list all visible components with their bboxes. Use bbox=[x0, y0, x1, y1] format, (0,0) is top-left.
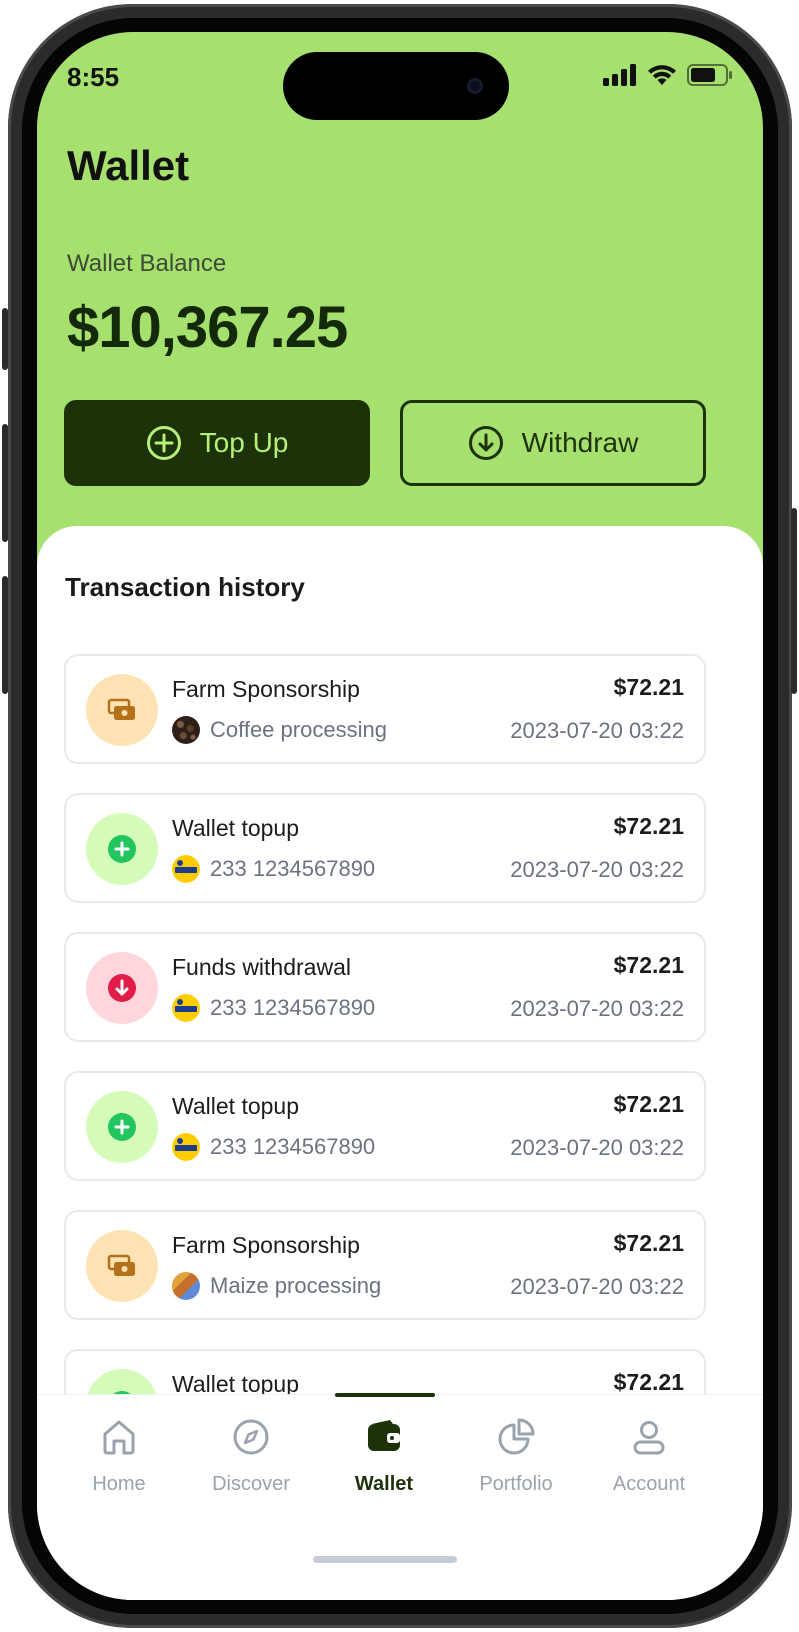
transaction-title: Wallet topup bbox=[172, 1093, 299, 1119]
transaction-detail-text: 233 1234567890 bbox=[210, 995, 376, 1020]
top-up-button[interactable]: Top Up bbox=[64, 400, 370, 486]
transaction-detail-text: 233 1234567890 bbox=[210, 1134, 376, 1159]
top-up-label: Top Up bbox=[199, 427, 289, 458]
app-screen: 8:55 Wallet Wallet Balance $10,367.25 To… bbox=[37, 32, 763, 1600]
volume-down-button bbox=[2, 576, 8, 694]
tab-label: Wallet bbox=[354, 1473, 414, 1495]
mtn-momo-logo bbox=[172, 1133, 200, 1161]
transaction-amount: $72.21 bbox=[613, 1369, 684, 1395]
tab-label: Portfolio bbox=[479, 1473, 553, 1495]
coffee-thumb bbox=[172, 716, 200, 744]
transaction-date: 2023-07-20 03:22 bbox=[510, 857, 684, 882]
sponsorship-badge bbox=[86, 674, 158, 746]
arrow-down-circle-icon bbox=[468, 426, 503, 460]
tab-portfolio[interactable]: Portfolio bbox=[450, 1395, 582, 1525]
tab-label: Account bbox=[612, 1473, 686, 1495]
cash-icon bbox=[107, 698, 135, 720]
transaction-amount: $72.21 bbox=[613, 674, 684, 700]
pie-chart-icon bbox=[498, 1418, 535, 1455]
arrow-down-icon bbox=[108, 974, 136, 1002]
transaction-date: 2023-07-20 03:22 bbox=[510, 1274, 684, 1299]
withdraw-label: Withdraw bbox=[521, 427, 639, 458]
plus-icon bbox=[108, 1113, 136, 1141]
tab-wallet[interactable]: Wallet bbox=[318, 1395, 450, 1525]
tab-bar: Home Discover Wallet Portfolio Account bbox=[37, 1393, 763, 1600]
cash-icon bbox=[107, 1254, 135, 1276]
silent-switch bbox=[2, 308, 8, 370]
sponsorship-badge bbox=[86, 1230, 158, 1302]
transaction-detail-text: Coffee processing bbox=[210, 717, 387, 742]
tab-label: Home bbox=[92, 1473, 146, 1495]
transaction-title: Farm Sponsorship bbox=[172, 1232, 360, 1258]
transaction-item[interactable]: Farm Sponsorship Maize processing $72.21… bbox=[64, 1210, 706, 1320]
transaction-detail: 233 1234567890 bbox=[172, 1133, 375, 1161]
power-button bbox=[791, 508, 797, 694]
transaction-date: 2023-07-20 03:22 bbox=[510, 718, 684, 743]
plus-circle-icon bbox=[146, 426, 181, 460]
compass-icon bbox=[233, 1419, 269, 1455]
dynamic-island bbox=[283, 52, 509, 120]
transaction-detail-text: 233 1234567890 bbox=[210, 856, 376, 881]
transaction-amount: $72.21 bbox=[613, 952, 684, 978]
tab-discover[interactable]: Discover bbox=[185, 1395, 317, 1525]
page-title: Wallet bbox=[67, 142, 190, 189]
transaction-detail: 233 1234567890 bbox=[172, 855, 375, 883]
transaction-title: Wallet topup bbox=[172, 815, 299, 841]
transaction-item[interactable]: Wallet topup 233 1234567890 $72.21 2023-… bbox=[64, 793, 706, 903]
transaction-amount: $72.21 bbox=[613, 1230, 684, 1256]
tab-account[interactable]: Account bbox=[583, 1395, 715, 1525]
home-icon bbox=[103, 1420, 135, 1455]
transaction-detail: 233 1234567890 bbox=[172, 994, 375, 1022]
withdrawal-badge bbox=[86, 952, 158, 1024]
signal-icon bbox=[603, 64, 636, 86]
status-icons bbox=[603, 64, 733, 86]
topup-badge bbox=[86, 1091, 158, 1163]
wallet-icon bbox=[368, 1420, 400, 1451]
transaction-item[interactable]: Funds withdrawal 233 1234567890 $72.21 2… bbox=[64, 932, 706, 1042]
transaction-title: Farm Sponsorship bbox=[172, 676, 360, 702]
wifi-icon bbox=[648, 65, 676, 85]
transaction-amount: $72.21 bbox=[613, 813, 684, 839]
plus-icon bbox=[108, 835, 136, 863]
tab-home[interactable]: Home bbox=[53, 1395, 185, 1525]
transaction-amount: $72.21 bbox=[613, 1091, 684, 1117]
user-icon bbox=[633, 1421, 665, 1455]
mtn-momo-logo bbox=[172, 855, 200, 883]
maize-thumb bbox=[172, 1272, 200, 1300]
balance-amount: $10,367.25 bbox=[67, 295, 348, 360]
transaction-item[interactable]: Wallet topup 233 1234567890 $72.21 2023-… bbox=[64, 1071, 706, 1181]
transaction-item[interactable]: Farm Sponsorship Coffee processing $72.2… bbox=[64, 654, 706, 764]
transaction-detail-text: Maize processing bbox=[210, 1273, 382, 1298]
transaction-date: 2023-07-20 03:22 bbox=[510, 1135, 684, 1160]
battery-icon bbox=[687, 64, 732, 86]
balance-label: Wallet Balance bbox=[67, 250, 227, 277]
withdraw-button[interactable]: Withdraw bbox=[400, 400, 706, 486]
transaction-detail: Maize processing bbox=[172, 1272, 381, 1300]
mtn-momo-logo bbox=[172, 994, 200, 1022]
volume-up-button bbox=[2, 424, 8, 542]
transaction-title: Funds withdrawal bbox=[172, 954, 351, 980]
status-time: 8:55 bbox=[67, 62, 120, 92]
section-title: Transaction history bbox=[65, 572, 305, 602]
camera-icon bbox=[467, 78, 483, 94]
transaction-date: 2023-07-20 03:22 bbox=[510, 996, 684, 1021]
transaction-detail: Coffee processing bbox=[172, 716, 387, 744]
topup-badge bbox=[86, 813, 158, 885]
home-indicator[interactable] bbox=[313, 1556, 457, 1563]
tab-label: Discover bbox=[212, 1473, 290, 1495]
